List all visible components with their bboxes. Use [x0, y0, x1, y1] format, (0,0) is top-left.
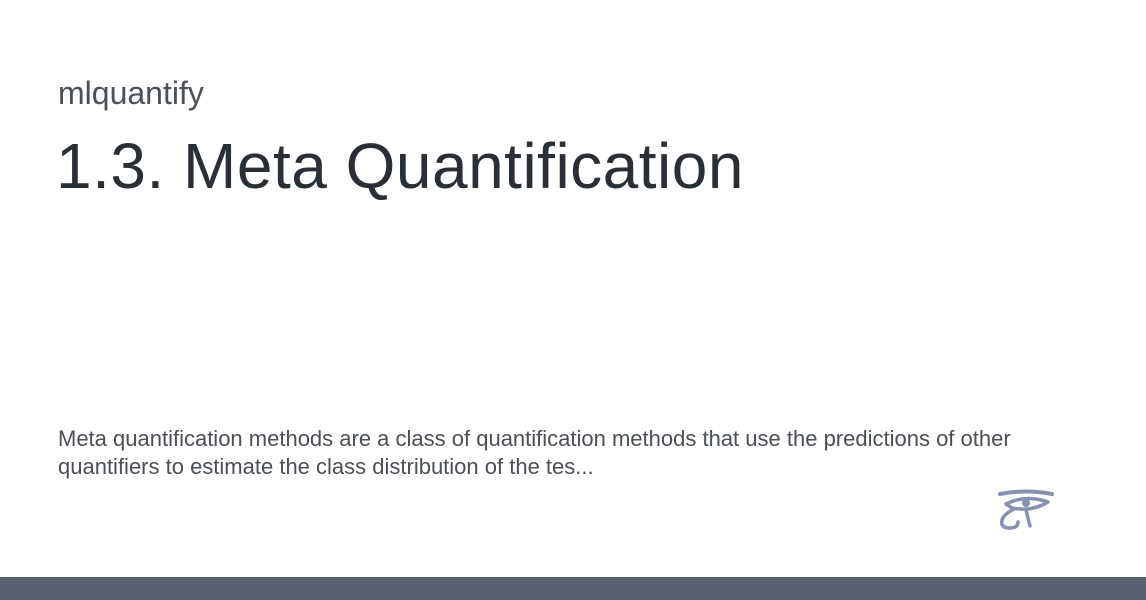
site-name: mlquantify	[58, 75, 204, 111]
page-title: 1.3. Meta Quantification	[56, 130, 744, 202]
footer-bar	[0, 577, 1146, 600]
page-description: Meta quantification methods are a class …	[58, 426, 1011, 479]
eye-of-horus-icon	[996, 488, 1056, 532]
